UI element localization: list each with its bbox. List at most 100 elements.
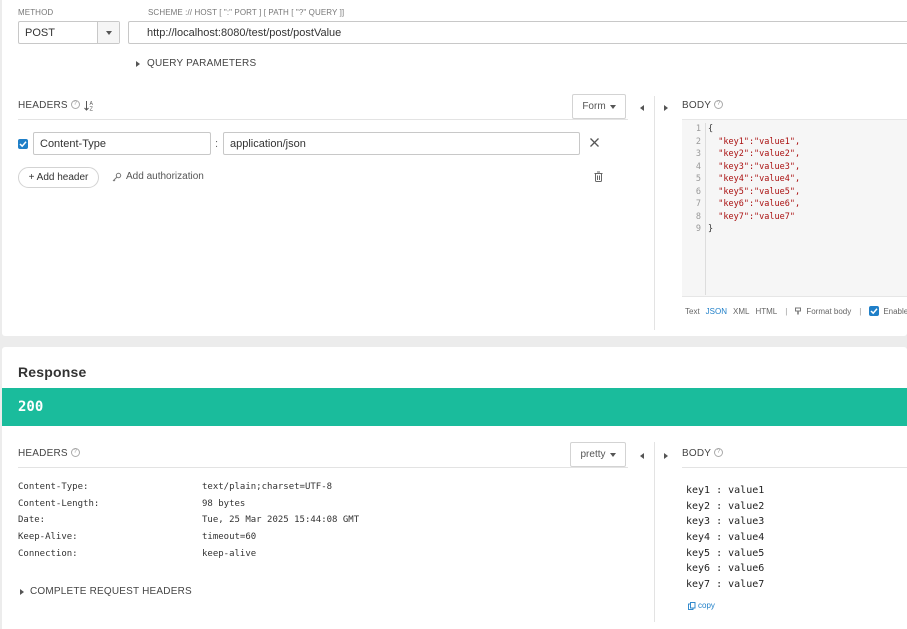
headers-mode-select[interactable]: Form	[572, 94, 626, 119]
divider	[18, 467, 628, 468]
response-title: Response	[18, 364, 87, 380]
response-body-line: key4 : value4	[686, 532, 765, 544]
line-number: 8	[695, 211, 701, 222]
body-editor[interactable]: 1 2 3 4 5 6 7 8 9 { "key1":"value1", "key2":"val…	[682, 119, 907, 297]
format-body-button[interactable]: Format body	[795, 307, 851, 316]
sort-az-icon[interactable]: AZ	[83, 100, 95, 112]
panel-divider	[654, 96, 655, 330]
method-value: POST	[25, 27, 55, 39]
request-body-title: BODY ?	[682, 100, 724, 111]
header-name-input[interactable]: Content-Type	[33, 132, 211, 155]
help-icon[interactable]: ?	[714, 448, 724, 457]
header-value: 98 bytes	[202, 498, 246, 509]
response-header-row: Date: Tue, 25 Mar 2025 15:44:08 GMT	[18, 515, 418, 532]
brush-icon	[795, 307, 802, 315]
header-name-value: Content-Type	[40, 137, 107, 150]
add-header-button[interactable]: + Add header	[18, 167, 99, 188]
add-authorization-label: Add authorization	[126, 171, 204, 182]
method-label: METHOD	[18, 8, 54, 17]
method-dropdown-button[interactable]	[97, 22, 119, 43]
response-body-content: key1 : value1 key2 : value2 key3 : value3 k…	[686, 483, 764, 593]
format-json-tab[interactable]: JSON	[706, 307, 727, 316]
request-headers-title: HEADERS ? AZ	[18, 100, 95, 111]
line-number: 9	[695, 224, 701, 234]
header-name: Content-Length:	[18, 498, 100, 509]
line-number-gutter: 1 2 3 4 5 6 7 8 9	[682, 123, 706, 295]
format-body-label: Format body	[806, 306, 852, 316]
header-value-value: application/json	[230, 137, 306, 150]
chevron-down-icon	[105, 30, 112, 35]
query-parameters-toggle[interactable]: QUERY PARAMETERS	[136, 58, 256, 69]
response-body-line: key5 : value5	[686, 547, 765, 559]
complete-request-headers-toggle[interactable]: COMPLETE REQUEST HEADERS	[20, 586, 192, 597]
remove-header-close-icon[interactable]	[589, 137, 600, 151]
code-line: "key5":"value5",	[708, 186, 801, 197]
add-authorization-link[interactable]: Add authorization	[112, 171, 204, 182]
request-headers-label: HEADERS	[18, 100, 68, 111]
toolbar-separator: |	[785, 306, 788, 316]
format-text-tab[interactable]: Text	[685, 307, 700, 316]
response-body-line: key3 : value3	[686, 516, 765, 528]
response-body-title: BODY ?	[682, 448, 724, 459]
collapse-left-arrow[interactable]	[640, 102, 644, 114]
response-headers-mode-select[interactable]: pretty	[570, 442, 626, 467]
header-value-input[interactable]: application/json	[223, 132, 580, 155]
line-number: 3	[695, 149, 701, 159]
help-icon[interactable]: ?	[70, 448, 80, 457]
header-name: Date:	[18, 515, 46, 526]
copy-link[interactable]: copy	[688, 601, 715, 610]
header-enabled-checkbox[interactable]	[18, 139, 28, 149]
collapse-left-arrow[interactable]	[640, 450, 644, 462]
response-body-line: key2 : value2	[686, 500, 765, 512]
chevron-down-icon	[609, 104, 616, 109]
url-input[interactable]: http://localhost:8080/test/post/postValu…	[128, 21, 907, 44]
delete-all-trash-icon[interactable]	[594, 171, 603, 185]
method-select[interactable]: POST	[18, 21, 120, 44]
panel-divider	[654, 442, 655, 622]
help-icon[interactable]: ?	[70, 100, 80, 109]
header-value: Tue, 25 Mar 2025 15:44:08 GMT	[202, 515, 360, 526]
copy-label: copy	[698, 601, 715, 610]
copy-icon	[688, 601, 696, 610]
help-icon[interactable]: ?	[714, 100, 724, 109]
line-number: 1	[695, 124, 701, 134]
response-body-line: key1 : value1	[686, 485, 765, 496]
response-header-row: Keep-Alive: timeout=60	[18, 532, 418, 549]
code-line: "key2":"value2",	[708, 149, 801, 159]
query-parameters-label: QUERY PARAMETERS	[147, 58, 257, 69]
check-icon	[19, 141, 27, 148]
expand-icon	[20, 588, 24, 595]
key-icon	[112, 172, 122, 181]
code-line: "key1":"value1",	[708, 136, 801, 147]
url-label: SCHEME :// HOST [ ":" PORT ] [ PATH [ "?…	[148, 8, 345, 17]
response-body-label: BODY	[682, 448, 712, 459]
collapse-right-arrow[interactable]	[664, 450, 668, 462]
arrow-left-icon	[640, 105, 644, 111]
code-area[interactable]: { "key1":"value1", "key2":"value2", "key…	[708, 123, 800, 236]
code-line: "key3":"value3",	[708, 161, 801, 172]
line-number: 6	[695, 186, 701, 197]
status-bar: 200	[2, 388, 907, 426]
line-number: 4	[695, 161, 701, 172]
response-headers-mode-value: pretty	[580, 449, 606, 460]
enable-checkbox[interactable]	[869, 306, 880, 316]
body-format-toolbar: Text JSON XML HTML | Format body | Enabl…	[685, 306, 907, 316]
format-html-tab[interactable]: HTML	[755, 307, 777, 316]
complete-request-headers-label: COMPLETE REQUEST HEADERS	[30, 586, 192, 597]
response-body-line: key6 : value6	[686, 563, 765, 575]
chevron-down-icon	[609, 452, 616, 457]
line-number: 2	[695, 136, 701, 147]
expand-icon	[136, 60, 140, 67]
format-xml-tab[interactable]: XML	[733, 307, 749, 316]
divider	[18, 119, 628, 120]
enable-label: Enable b	[883, 306, 907, 316]
response-header-row: Content-Type: text/plain;charset=UTF-8	[18, 482, 418, 499]
response-headers-title: HEADERS ?	[18, 448, 80, 459]
headers-mode-value: Form	[582, 101, 606, 112]
header-name: Content-Type:	[18, 482, 89, 492]
collapse-right-arrow[interactable]	[664, 102, 668, 114]
code-line: "key7":"value7"	[708, 211, 795, 222]
svg-text:Z: Z	[89, 107, 93, 112]
response-header-row: Connection: keep-alive	[18, 549, 418, 566]
arrow-right-icon	[664, 453, 668, 459]
